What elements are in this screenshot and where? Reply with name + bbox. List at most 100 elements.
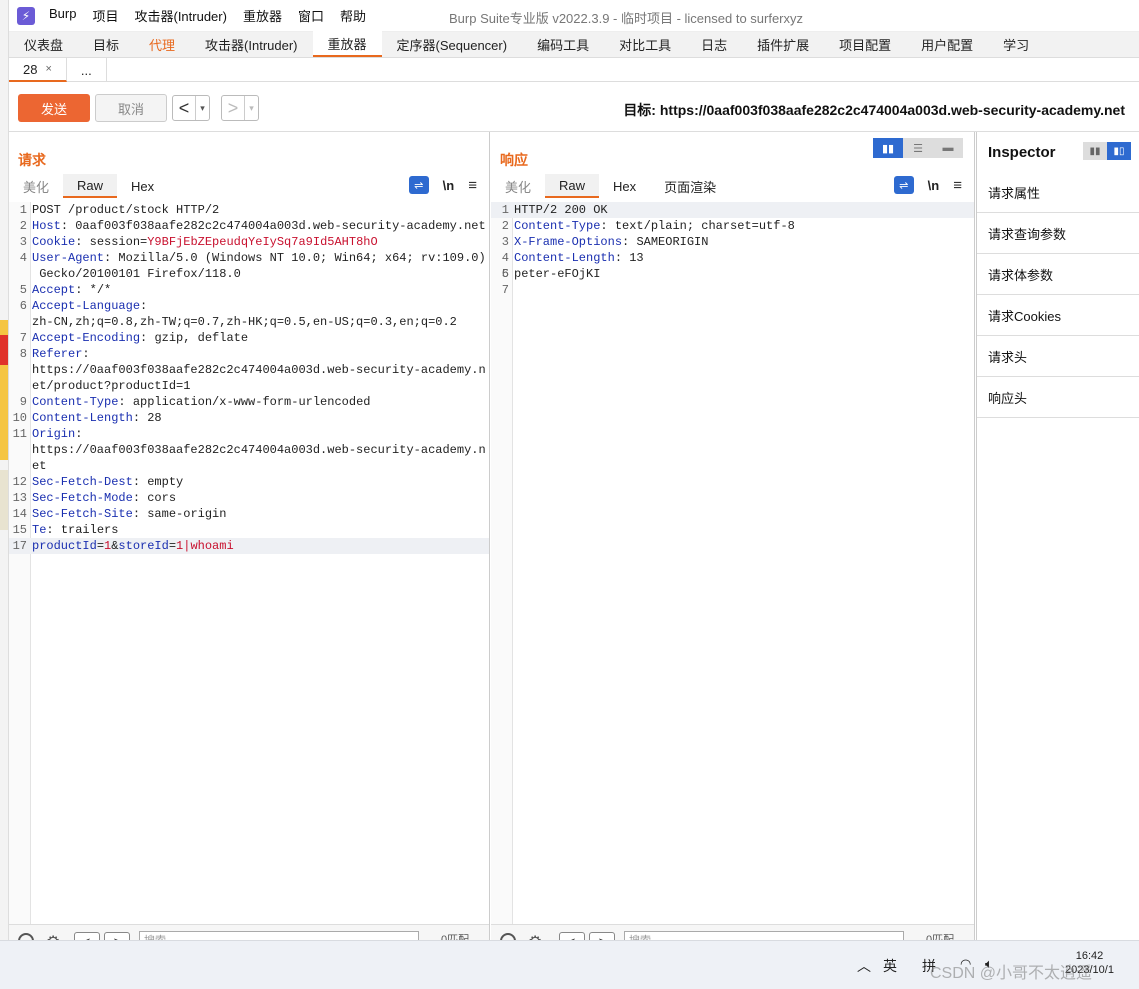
target-url[interactable]: 目标: https://0aaf003f038aafe282c2c474004a… (623, 100, 1125, 120)
request-tab-pretty[interactable]: 美化 (9, 174, 63, 198)
line-number: 6 (19, 299, 27, 313)
line-gutter (491, 202, 513, 926)
inspector-query-params[interactable]: 请求查询参数 (977, 213, 1139, 254)
tab-intruder[interactable]: 攻击器(Intruder) (190, 31, 312, 57)
inspector-body-params[interactable]: 请求体参数 (977, 254, 1139, 295)
next-match-button[interactable]: > (589, 932, 615, 940)
request-tab-raw[interactable]: Raw (63, 174, 118, 198)
help-icon[interactable] (500, 933, 516, 940)
settings-icon[interactable]: ⚙ (46, 932, 60, 940)
tab-learn[interactable]: 学习 (988, 31, 1044, 57)
line-number: 11 (12, 427, 27, 441)
line-text: application/x-www-form-urlencoded (132, 395, 371, 409)
response-tab-raw[interactable]: Raw (545, 174, 600, 198)
menu-burp[interactable]: Burp (49, 6, 76, 25)
layout-switcher: ▮▮ ☰ ▬ (873, 138, 963, 158)
response-editor-tools: ⇌ \n ≡ (893, 174, 962, 196)
response-tab-hex[interactable]: Hex (599, 174, 650, 198)
help-icon[interactable] (18, 933, 34, 940)
tab-comparer[interactable]: 对比工具 (604, 31, 686, 57)
tab-proxy[interactable]: 代理 (134, 31, 190, 57)
tab-decoder[interactable]: 编码工具 (522, 31, 604, 57)
inspector-request-attributes[interactable]: 请求属性 (977, 172, 1139, 213)
layout-side-by-side-icon[interactable]: ▮▮ (873, 138, 903, 158)
header-name: Accept-Language (32, 299, 141, 313)
new-tab-button[interactable]: ... (67, 58, 107, 82)
line-number: 6 (501, 267, 509, 281)
input-language[interactable]: 英 (883, 956, 897, 976)
inspector-request-headers[interactable]: 请求头 (977, 336, 1139, 377)
header-name: User-Agent (32, 251, 105, 265)
prev-match-button[interactable]: < (559, 932, 585, 940)
tab-repeater[interactable]: 重放器 (312, 31, 382, 57)
line-text: https://0aaf003f038aafe282c2c474004a003d… (32, 443, 486, 457)
forward-arrow-icon[interactable]: > (222, 98, 244, 119)
menu-help[interactable]: 帮助 (340, 6, 366, 25)
line-text: 28 (147, 411, 162, 425)
header-name: Content-Type (514, 219, 601, 233)
menu-project[interactable]: 项目 (92, 6, 118, 25)
word-wrap-icon[interactable]: ⇌ (893, 176, 914, 194)
inspector-request-cookies[interactable]: 请求Cookies (977, 295, 1139, 336)
tab-target[interactable]: 目标 (78, 31, 134, 57)
response-editor[interactable]: 1 HTTP/2 200 OK 2 Content-Type: text/plain;… (491, 202, 974, 926)
repeater-tab-28[interactable]: 28 × (9, 58, 67, 82)
prev-match-button[interactable]: < (74, 932, 100, 940)
background-window-edge (0, 0, 9, 989)
menu-intruder[interactable]: 攻击器(Intruder) (134, 6, 226, 25)
layout-stacked-icon[interactable]: ☰ (903, 138, 933, 158)
tray-chevron-icon[interactable]: ︿ (857, 956, 871, 976)
header-separator: : (75, 427, 83, 441)
layout-tabs-icon[interactable]: ▬ (933, 138, 963, 158)
next-match-button[interactable]: > (104, 932, 130, 940)
search-input[interactable]: 搜索 (139, 931, 419, 940)
response-tab-render[interactable]: 页面渲染 (650, 174, 730, 198)
menu-icon[interactable]: ≡ (953, 177, 962, 194)
line-number: 2 (501, 219, 509, 233)
response-tab-pretty[interactable]: 美化 (491, 174, 545, 198)
line-text: session= (89, 235, 148, 249)
tab-sequencer[interactable]: 定序器(Sequencer) (382, 31, 523, 57)
inspector-collapse-icon[interactable]: ▮▮ (1083, 142, 1107, 160)
close-icon[interactable]: × (45, 63, 51, 75)
tab-user-options[interactable]: 用户配置 (906, 31, 988, 57)
settings-icon[interactable]: ⚙ (528, 932, 542, 940)
tab-project-options[interactable]: 项目配置 (824, 31, 906, 57)
line-number: 7 (19, 331, 27, 345)
line-number: 2 (19, 219, 27, 233)
request-title: 请求 (18, 152, 46, 168)
line-text: SAMEORIGIN (636, 235, 709, 249)
search-input[interactable]: 搜索 (624, 931, 904, 940)
back-arrow-icon[interactable]: < (173, 98, 195, 119)
tab-extensions[interactable]: 插件扩展 (742, 31, 824, 57)
newline-toggle[interactable]: \n (928, 178, 940, 193)
line-number: 1 (19, 203, 27, 217)
header-name: Te (32, 523, 47, 537)
menu-icon[interactable]: ≡ (468, 177, 477, 194)
header-name: Accept (32, 283, 76, 297)
tab-logger[interactable]: 日志 (686, 31, 742, 57)
request-editor[interactable]: 1 POST /product/stock HTTP/2 2 Host: 0aaf00… (9, 202, 489, 926)
header-name: Content-Length (514, 251, 615, 265)
cancel-button[interactable]: 取消 (95, 94, 167, 122)
tab-dashboard[interactable]: 仪表盘 (9, 31, 78, 57)
header-separator: : (140, 331, 155, 345)
chevron-down-icon[interactable]: ▾ (244, 96, 258, 120)
inspector-response-headers[interactable]: 响应头 (977, 377, 1139, 418)
history-back-group[interactable]: < ▾ (172, 95, 210, 121)
code-line: 1 HTTP/2 200 OK (491, 202, 974, 218)
repeater-toolbar: 发送 取消 < ▾ > ▾ 目标: https://0aaf003f038aaf… (9, 82, 1139, 132)
request-tab-hex[interactable]: Hex (117, 174, 168, 198)
newline-toggle[interactable]: \n (443, 178, 455, 193)
header-separator: : (140, 299, 148, 313)
response-view-tabs: 美化 Raw Hex 页面渲染 (491, 174, 730, 198)
inspector-expand-icon[interactable]: ▮▯ (1107, 142, 1131, 160)
send-button[interactable]: 发送 (18, 94, 90, 122)
word-wrap-icon[interactable]: ⇌ (408, 176, 429, 194)
watermark: CSDN @小哥不太逍遥 (930, 965, 1093, 982)
history-forward-group[interactable]: > ▾ (221, 95, 259, 121)
menu-repeater[interactable]: 重放器 (243, 6, 282, 25)
line-text: trailers (60, 523, 119, 537)
chevron-down-icon[interactable]: ▾ (195, 96, 209, 120)
menu-window[interactable]: 窗口 (298, 6, 324, 25)
